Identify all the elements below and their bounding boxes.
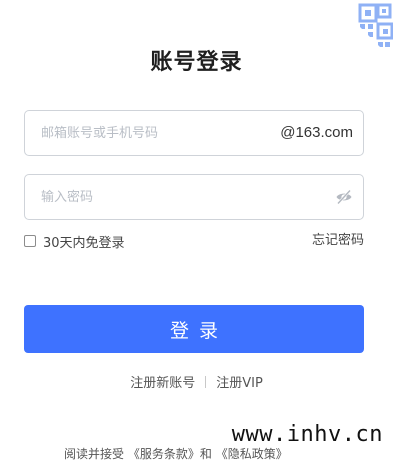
login-button[interactable]: 登录 <box>24 305 364 353</box>
privacy-policy-link[interactable]: 《隐私政策》 <box>216 447 288 461</box>
email-domain-suffix: @163.com <box>280 124 353 141</box>
page-title: 账号登录 <box>150 50 243 75</box>
register-links: 注册新账号 注册VIP <box>0 374 393 394</box>
link-divider <box>205 376 207 388</box>
password-visibility-toggle[interactable] <box>335 189 353 205</box>
register-vip-link[interactable]: 注册VIP <box>216 376 263 391</box>
terms-of-service-link[interactable]: 《服务条款》 <box>128 447 200 461</box>
email-field[interactable]: @163.com <box>24 110 364 156</box>
agreement-prefix: 阅读并接受 <box>64 447 125 461</box>
forgot-password-link[interactable]: 忘记密码 <box>312 231 364 251</box>
eye-off-icon <box>336 189 352 205</box>
agreement-text: 阅读并接受 《服务条款》和 《隐私政策》 <box>64 446 288 462</box>
email-input[interactable] <box>25 111 265 155</box>
password-field[interactable] <box>24 174 364 220</box>
login-page: 账号登录 @163.com 30天内免登录 忘记密码 登录 注册新账号 注册VIP… <box>0 0 393 472</box>
register-new-account-link[interactable]: 注册新账号 <box>130 376 195 391</box>
remember-me-label: 30天内免登录 <box>43 235 125 251</box>
site-watermark: www.inhv.cn <box>229 422 385 447</box>
remember-me[interactable]: 30天内免登录 <box>24 231 125 251</box>
password-input[interactable] <box>25 175 325 219</box>
agreement-and: 和 <box>199 447 212 461</box>
remember-me-checkbox[interactable] <box>24 235 36 247</box>
